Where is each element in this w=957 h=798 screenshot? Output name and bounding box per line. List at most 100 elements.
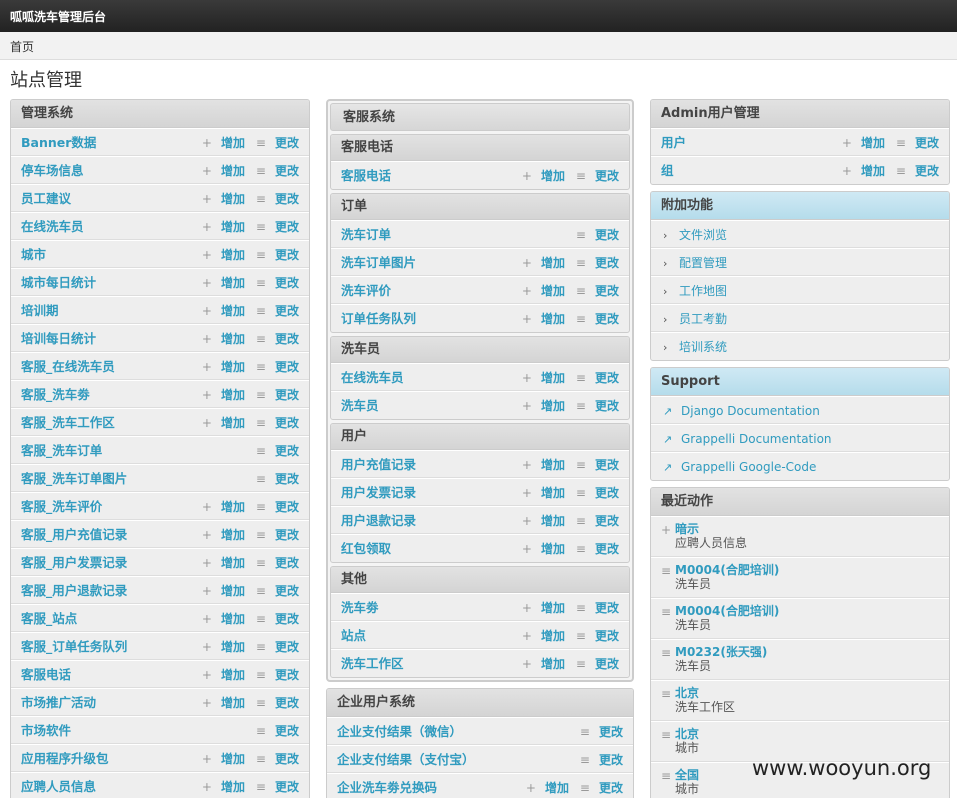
add-link[interactable]: + 增加: [522, 594, 565, 622]
model-link[interactable]: 组: [661, 163, 674, 178]
change-link[interactable]: ≡ 更改: [580, 746, 623, 774]
model-link[interactable]: 洗车评价: [341, 283, 391, 298]
model-link[interactable]: 培训期: [21, 303, 59, 318]
recent-action-link[interactable]: M0004(合肥培训): [675, 604, 949, 618]
model-link[interactable]: 客服_用户发票记录: [21, 555, 127, 570]
change-link[interactable]: ≡ 更改: [576, 622, 619, 650]
add-link[interactable]: + 增加: [202, 689, 245, 717]
change-link[interactable]: ≡ 更改: [256, 409, 299, 437]
recent-action-link[interactable]: 暗示: [675, 522, 949, 536]
add-link[interactable]: + 增加: [522, 479, 565, 507]
change-link[interactable]: ≡ 更改: [576, 305, 619, 332]
add-link[interactable]: + 增加: [202, 269, 245, 297]
add-link[interactable]: + 增加: [202, 381, 245, 409]
change-link[interactable]: ≡ 更改: [256, 773, 299, 798]
model-link[interactable]: 站点: [341, 628, 366, 643]
change-link[interactable]: ≡ 更改: [256, 129, 299, 157]
model-link[interactable]: 市场软件: [21, 723, 71, 738]
add-link[interactable]: + 增加: [526, 774, 569, 798]
model-link[interactable]: 客服_洗车工作区: [21, 415, 115, 430]
model-link[interactable]: 红包领取: [341, 541, 391, 556]
add-link[interactable]: + 增加: [202, 241, 245, 269]
model-link[interactable]: 企业洗车劵兑换码: [337, 780, 437, 795]
change-link[interactable]: ≡ 更改: [256, 269, 299, 297]
recent-action-link[interactable]: 北京: [675, 727, 949, 741]
model-link[interactable]: 员工建议: [21, 191, 71, 206]
recent-action-link[interactable]: M0004(合肥培训): [675, 563, 949, 577]
change-link[interactable]: ≡ 更改: [256, 353, 299, 381]
change-link[interactable]: ≡ 更改: [576, 162, 619, 189]
add-link[interactable]: + 增加: [522, 451, 565, 479]
change-link[interactable]: ≡ 更改: [576, 392, 619, 419]
add-link[interactable]: + 增加: [202, 521, 245, 549]
extra-link[interactable]: › 培训系统: [651, 332, 949, 360]
add-link[interactable]: + 增加: [522, 162, 565, 189]
change-link[interactable]: ≡ 更改: [580, 718, 623, 746]
change-link[interactable]: ≡ 更改: [256, 633, 299, 661]
add-link[interactable]: + 增加: [202, 213, 245, 241]
change-link[interactable]: ≡ 更改: [580, 774, 623, 798]
model-link[interactable]: 洗车订单: [341, 227, 391, 242]
model-link[interactable]: 应用程序升级包: [21, 751, 109, 766]
change-link[interactable]: ≡ 更改: [256, 549, 299, 577]
add-link[interactable]: + 增加: [522, 277, 565, 305]
model-link[interactable]: 用户充值记录: [341, 457, 416, 472]
change-link[interactable]: ≡ 更改: [256, 437, 299, 465]
change-link[interactable]: ≡ 更改: [256, 157, 299, 185]
recent-action-link[interactable]: M0232(张天强): [675, 645, 949, 659]
model-link[interactable]: 洗车工作区: [341, 656, 404, 671]
add-link[interactable]: + 增加: [522, 535, 565, 562]
add-link[interactable]: + 增加: [202, 297, 245, 325]
add-link[interactable]: + 增加: [522, 305, 565, 332]
change-link[interactable]: ≡ 更改: [256, 605, 299, 633]
add-link[interactable]: + 增加: [202, 185, 245, 213]
add-link[interactable]: + 增加: [202, 549, 245, 577]
extra-link[interactable]: › 文件浏览: [651, 220, 949, 248]
add-link[interactable]: + 增加: [522, 364, 565, 392]
model-link[interactable]: 客服_在线洗车员: [21, 359, 115, 374]
add-link[interactable]: + 增加: [522, 392, 565, 419]
change-link[interactable]: ≡ 更改: [576, 479, 619, 507]
change-link[interactable]: ≡ 更改: [256, 689, 299, 717]
model-link[interactable]: 客服_订单任务队列: [21, 639, 127, 654]
model-link[interactable]: 客服_洗车订单: [21, 443, 102, 458]
model-link[interactable]: 城市每日统计: [21, 275, 96, 290]
change-link[interactable]: ≡ 更改: [256, 213, 299, 241]
model-link[interactable]: 客服电话: [21, 667, 71, 682]
change-link[interactable]: ≡ 更改: [896, 129, 939, 157]
model-link[interactable]: Banner数据: [21, 135, 96, 150]
model-link[interactable]: 洗车员: [341, 398, 379, 413]
add-link[interactable]: + 增加: [202, 773, 245, 798]
add-link[interactable]: + 增加: [842, 129, 885, 157]
model-link[interactable]: 客服_用户充值记录: [21, 527, 127, 542]
model-link[interactable]: 培训每日统计: [21, 331, 96, 346]
change-link[interactable]: ≡ 更改: [576, 364, 619, 392]
add-link[interactable]: + 增加: [202, 745, 245, 773]
change-link[interactable]: ≡ 更改: [256, 661, 299, 689]
add-link[interactable]: + 增加: [202, 493, 245, 521]
model-link[interactable]: 企业支付结果（支付宝）: [337, 752, 475, 767]
add-link[interactable]: + 增加: [202, 605, 245, 633]
change-link[interactable]: ≡ 更改: [256, 241, 299, 269]
model-link[interactable]: 企业支付结果（微信）: [337, 724, 462, 739]
add-link[interactable]: + 增加: [522, 249, 565, 277]
change-link[interactable]: ≡ 更改: [256, 745, 299, 773]
add-link[interactable]: + 增加: [202, 353, 245, 381]
model-link[interactable]: 停车场信息: [21, 163, 84, 178]
brand-title[interactable]: 呱呱洗车管理后台: [10, 8, 106, 25]
model-link[interactable]: 用户: [661, 135, 686, 150]
support-link[interactable]: ↗ Django Documentation: [651, 396, 949, 424]
model-link[interactable]: 客服_洗车评价: [21, 499, 102, 514]
extra-link[interactable]: › 员工考勤: [651, 304, 949, 332]
change-link[interactable]: ≡ 更改: [576, 451, 619, 479]
add-link[interactable]: + 增加: [522, 650, 565, 677]
add-link[interactable]: + 增加: [202, 409, 245, 437]
change-link[interactable]: ≡ 更改: [576, 650, 619, 677]
change-link[interactable]: ≡ 更改: [576, 277, 619, 305]
change-link[interactable]: ≡ 更改: [256, 577, 299, 605]
support-link[interactable]: ↗ Grappelli Documentation: [651, 424, 949, 452]
change-link[interactable]: ≡ 更改: [256, 297, 299, 325]
add-link[interactable]: + 增加: [202, 157, 245, 185]
model-link[interactable]: 洗车劵: [341, 600, 379, 615]
change-link[interactable]: ≡ 更改: [256, 185, 299, 213]
